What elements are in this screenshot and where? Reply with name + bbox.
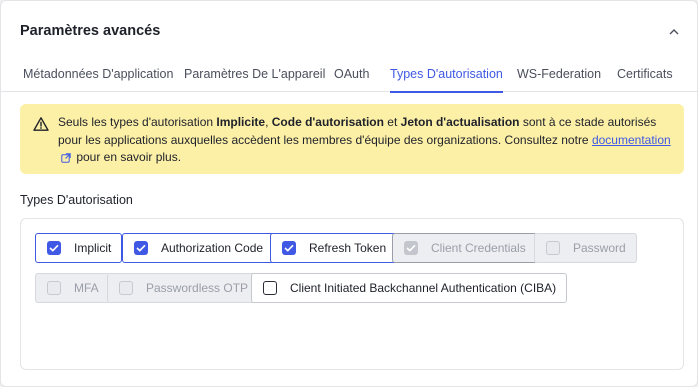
- grant-option-label: Client Credentials: [431, 241, 526, 255]
- grant-option-label: Refresh Token: [309, 241, 387, 255]
- warning-text: pour en savoir plus.: [73, 150, 182, 164]
- grant-option-password: Password: [534, 233, 637, 263]
- tab-device-settings[interactable]: Paramètres De L'appareil: [184, 57, 325, 92]
- warning-text: et: [383, 115, 401, 129]
- grant-option-label: Passwordless OTP: [146, 281, 249, 295]
- checkbox-unchecked-disabled-icon: [47, 281, 61, 295]
- grant-option-mfa: MFA: [35, 273, 110, 303]
- warning-icon: [33, 116, 49, 132]
- grant-option-authorization-code[interactable]: Authorization Code: [122, 233, 275, 263]
- checkbox-checked-icon[interactable]: [134, 241, 148, 255]
- settings-tabs: Métadonnées D'application Paramètres De …: [1, 57, 697, 93]
- warning-bold-authorization-code: Code d'autorisation: [271, 115, 384, 129]
- warning-text: ,: [265, 115, 272, 129]
- grant-option-label: Authorization Code: [161, 241, 264, 255]
- tab-certificates[interactable]: Certificats: [617, 57, 673, 92]
- warning-bold-refresh-token: Jeton d'actualisation: [400, 115, 520, 129]
- checkbox-unchecked-disabled-icon: [546, 241, 560, 255]
- checkbox-unchecked-disabled-icon: [119, 281, 133, 295]
- tab-oauth[interactable]: OAuth: [334, 57, 369, 92]
- grant-option-passwordless-otp: Passwordless OTP: [107, 273, 260, 303]
- checkbox-checked-disabled-icon: [404, 241, 418, 255]
- tab-ws-federation[interactable]: WS-Federation: [517, 57, 601, 92]
- tab-application-metadata[interactable]: Métadonnées D'application: [23, 57, 173, 92]
- checkbox-unchecked-icon[interactable]: [263, 281, 277, 295]
- grant-option-label: Client Initiated Backchannel Authenticat…: [290, 281, 557, 295]
- checkbox-checked-icon[interactable]: [47, 241, 61, 255]
- warning-text: Seuls les types d'autorisation: [58, 115, 217, 129]
- section-title: Paramètres avancés: [20, 23, 161, 39]
- grant-types-warning: Seuls les types d'autorisation Implicite…: [20, 104, 684, 174]
- advanced-settings-panel: Paramètres avancés Métadonnées D'applica…: [0, 0, 698, 387]
- chevron-up-icon[interactable]: [667, 24, 681, 38]
- documentation-link[interactable]: documentation: [592, 133, 671, 147]
- grant-option-implicit[interactable]: Implicit: [35, 233, 123, 263]
- grant-option-ciba[interactable]: Client Initiated Backchannel Authenticat…: [251, 273, 568, 303]
- advanced-settings-header[interactable]: Paramètres avancés: [20, 21, 681, 41]
- warning-bold-implicit: Implicite: [216, 115, 266, 129]
- external-link-icon[interactable]: [61, 151, 71, 169]
- grant-types-box: Implicit Authorization Code Refresh Toke…: [20, 218, 684, 370]
- grant-types-label: Types D'autorisation: [20, 193, 133, 207]
- tab-grant-types[interactable]: Types D'autorisation: [390, 57, 503, 93]
- grant-option-label: Implicit: [74, 241, 112, 255]
- checkbox-checked-icon[interactable]: [282, 241, 296, 255]
- grant-option-refresh-token[interactable]: Refresh Token: [270, 233, 398, 263]
- grant-option-client-credentials: Client Credentials: [392, 233, 537, 263]
- grant-option-label: Password: [573, 241, 626, 255]
- grant-option-label: MFA: [74, 281, 99, 295]
